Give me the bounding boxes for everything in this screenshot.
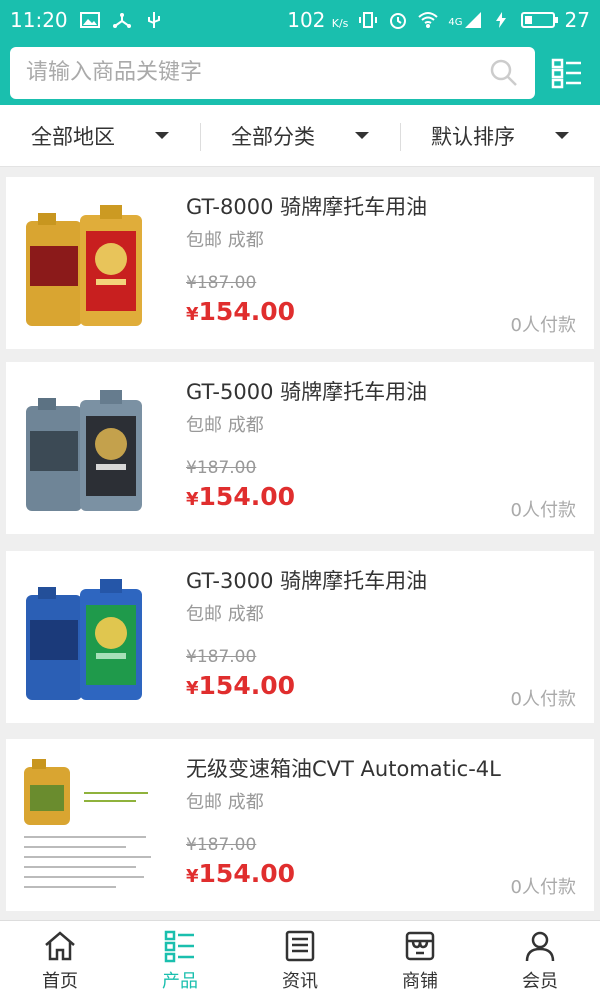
product-card[interactable]: GT-3000 骑牌摩托车用油 包邮 成都 ¥187.00 ¥154.00 0人… (6, 551, 594, 723)
product-old-price: ¥187.00 (186, 273, 257, 293)
nav-home[interactable]: 首页 (0, 921, 120, 1000)
filter-category-label: 全部分类 (231, 124, 315, 149)
nav-products[interactable]: 产品 (120, 921, 240, 1000)
product-sold-count: 0人付款 (510, 315, 576, 336)
user-icon (525, 931, 555, 961)
wifi-icon (418, 12, 439, 28)
filter-sort[interactable]: 默认排序 (400, 105, 600, 166)
nav-news[interactable]: 资讯 (240, 921, 360, 1000)
filter-sort-label: 默认排序 (431, 124, 515, 149)
product-old-price: ¥187.00 (186, 458, 257, 478)
network-speed: 102 K/s (287, 8, 349, 32)
battery-percent: 27 (564, 8, 590, 32)
filter-region-label: 全部地区 (31, 124, 115, 149)
product-shipping: 包邮 成都 (186, 604, 264, 625)
product-old-price: ¥187.00 (186, 647, 257, 667)
signal-icon: 4G (448, 12, 481, 28)
charging-icon (495, 12, 506, 28)
product-card[interactable]: GT-8000 骑牌摩托车用油 包邮 成都 ¥187.00 ¥154.00 0人… (6, 177, 594, 349)
product-price: ¥154.00 (186, 482, 296, 511)
product-name[interactable]: GT-8000 骑牌摩托车用油 (186, 191, 427, 221)
product-shipping: 包邮 成都 (186, 415, 264, 436)
alarm-icon (390, 13, 407, 29)
battery-icon (520, 12, 558, 28)
product-name[interactable]: GT-5000 骑牌摩托车用油 (186, 376, 427, 406)
product-name[interactable]: GT-3000 骑牌摩托车用油 (186, 565, 427, 595)
search-icon[interactable] (489, 58, 519, 88)
share-icon (112, 13, 131, 28)
nav-member[interactable]: 会员 (480, 921, 600, 1000)
list-icon (551, 58, 581, 88)
news-icon (285, 930, 315, 961)
category-menu-button[interactable] (547, 53, 587, 93)
product-list: GT-8000 骑牌摩托车用油 包邮 成都 ¥187.00 ¥154.00 0人… (0, 167, 600, 920)
chevron-down-icon (355, 132, 369, 139)
filter-category[interactable]: 全部分类 (200, 105, 400, 166)
vibrate-icon (359, 12, 378, 28)
bottom-nav: 首页 产品 资讯 商铺 会员 (0, 920, 600, 1000)
nav-home-label: 首页 (42, 970, 78, 992)
product-price: ¥154.00 (186, 859, 296, 888)
product-old-price: ¥187.00 (186, 835, 257, 855)
product-image[interactable] (16, 191, 156, 337)
product-price: ¥154.00 (186, 671, 296, 700)
usb-icon (147, 12, 160, 28)
search-box[interactable] (10, 46, 535, 99)
product-price: ¥154.00 (186, 297, 296, 326)
product-image[interactable] (16, 565, 156, 711)
chevron-down-icon (155, 132, 169, 139)
product-shipping: 包邮 成都 (186, 230, 264, 251)
filter-bar: 全部地区 全部分类 默认排序 (0, 105, 600, 167)
nav-shop-label: 商铺 (402, 970, 438, 992)
product-name[interactable]: 无级变速箱油CVT Automatic-4L (186, 753, 501, 783)
home-icon (45, 930, 75, 960)
filter-region[interactable]: 全部地区 (0, 105, 200, 166)
chevron-down-icon (555, 132, 569, 139)
product-shipping: 包邮 成都 (186, 792, 264, 813)
search-header (0, 40, 600, 105)
product-image[interactable] (16, 753, 156, 899)
nav-shop[interactable]: 商铺 (360, 921, 480, 1000)
status-time: 11:20 (10, 8, 68, 32)
nav-member-label: 会员 (522, 970, 558, 992)
product-card[interactable]: 无级变速箱油CVT Automatic-4L 包邮 成都 ¥187.00 ¥15… (6, 739, 594, 911)
product-sold-count: 0人付款 (510, 689, 576, 710)
image-icon (79, 12, 100, 28)
product-image[interactable] (16, 376, 156, 522)
nav-products-label: 产品 (162, 970, 198, 992)
list-icon (164, 930, 194, 962)
status-bar: 11:20 102 K/s 4G 27 (0, 0, 600, 40)
product-sold-count: 0人付款 (510, 877, 576, 898)
nav-news-label: 资讯 (282, 970, 318, 992)
product-sold-count: 0人付款 (510, 500, 576, 521)
search-input[interactable] (26, 60, 489, 85)
product-card[interactable]: GT-5000 骑牌摩托车用油 包邮 成都 ¥187.00 ¥154.00 0人… (6, 362, 594, 534)
shop-icon (405, 931, 435, 960)
